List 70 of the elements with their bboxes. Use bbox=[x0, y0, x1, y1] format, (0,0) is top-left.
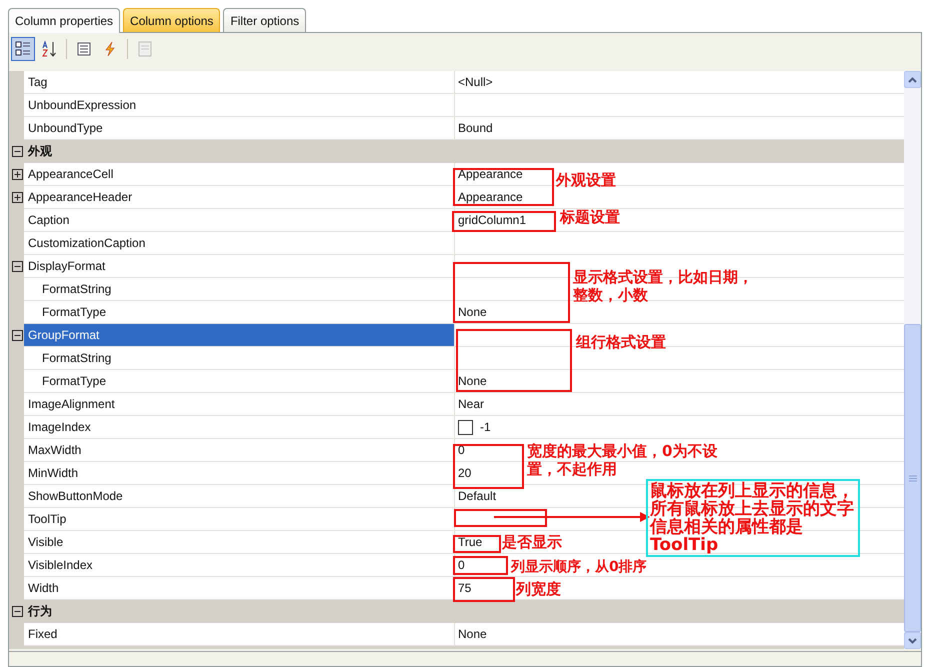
expand-icon[interactable] bbox=[12, 169, 23, 180]
property-name[interactable]: MaxWidth bbox=[28, 443, 82, 457]
annotation-note: 组行格式设置 bbox=[576, 333, 667, 351]
scroll-up-icon[interactable] bbox=[904, 71, 921, 88]
property-value[interactable]: 0 bbox=[458, 443, 465, 457]
tab[interactable]: Column options bbox=[123, 8, 220, 32]
tab[interactable]: Column properties bbox=[8, 8, 120, 33]
annotation-note: 外观设置 bbox=[556, 171, 617, 189]
image-swatch bbox=[458, 420, 473, 434]
annotation-note: 显示格式设置，比如日期，整数，小数 bbox=[573, 268, 754, 304]
property-value[interactable]: -1 bbox=[480, 420, 491, 434]
tab[interactable]: Filter options bbox=[223, 8, 306, 32]
property-name[interactable]: ShowButtonMode bbox=[28, 489, 123, 503]
property-name[interactable]: FormatString bbox=[42, 282, 112, 296]
property-value[interactable]: 20 bbox=[458, 466, 472, 480]
scroll-down-icon[interactable] bbox=[904, 632, 921, 649]
callout-note: 鼠标放在列上显示的信息，所有鼠标放上去显示的文字信息相关的属性都是ToolTip bbox=[646, 479, 860, 557]
annotation-note: 标题设置 bbox=[560, 208, 621, 226]
highlight-box bbox=[453, 556, 508, 575]
property-value[interactable]: Appearance bbox=[458, 190, 523, 204]
property-name[interactable]: UnboundExpression bbox=[28, 98, 136, 112]
property-name[interactable]: Fixed bbox=[28, 627, 58, 641]
property-value[interactable]: Default bbox=[458, 489, 496, 503]
collapse-icon[interactable] bbox=[12, 261, 23, 272]
property-value[interactable]: 0 bbox=[458, 558, 465, 572]
property-name[interactable]: FormatType bbox=[42, 374, 106, 388]
property-value[interactable]: Near bbox=[458, 397, 484, 411]
property-value[interactable]: gridColumn1 bbox=[458, 213, 526, 227]
property-name[interactable]: Visible bbox=[28, 535, 64, 549]
property-value[interactable]: None bbox=[458, 627, 487, 641]
collapse-icon[interactable] bbox=[12, 606, 23, 617]
property-name[interactable]: ToolTip bbox=[28, 512, 66, 526]
property-name[interactable]: Tag bbox=[28, 75, 48, 89]
property-name[interactable]: UnboundType bbox=[28, 121, 103, 135]
value-cell[interactable] bbox=[455, 232, 904, 255]
property-name[interactable]: FormatType bbox=[42, 305, 106, 319]
category-label[interactable]: 行为 bbox=[28, 602, 52, 620]
property-name[interactable]: DisplayFormat bbox=[28, 259, 106, 273]
property-value[interactable]: Appearance bbox=[458, 167, 523, 181]
property-name[interactable]: AppearanceCell bbox=[28, 167, 114, 181]
property-value[interactable]: None bbox=[458, 374, 487, 388]
property-name[interactable]: GroupFormat bbox=[28, 328, 100, 342]
property-name[interactable]: Caption bbox=[28, 213, 70, 227]
collapse-icon[interactable] bbox=[12, 330, 23, 341]
category-label[interactable]: 外观 bbox=[28, 142, 52, 160]
annotation-note: 列宽度 bbox=[516, 580, 562, 598]
property-name[interactable]: AppearanceHeader bbox=[28, 190, 132, 204]
annotation-note: 列显示顺序，从0排序 bbox=[511, 558, 647, 576]
annotation-note: 宽度的最大最小值，0为不设置，不起作用 bbox=[527, 442, 718, 478]
property-value[interactable]: Bound bbox=[458, 121, 493, 135]
scroll-thumb[interactable] bbox=[904, 324, 921, 632]
property-name[interactable]: ImageAlignment bbox=[28, 397, 115, 411]
value-cell[interactable] bbox=[455, 94, 904, 117]
property-name[interactable]: MinWidth bbox=[28, 466, 78, 480]
collapse-icon[interactable] bbox=[12, 146, 23, 157]
highlight-box bbox=[453, 535, 501, 553]
highlight-box bbox=[453, 444, 524, 489]
property-name[interactable]: CustomizationCaption bbox=[28, 236, 146, 250]
property-name[interactable]: ImageIndex bbox=[28, 420, 91, 434]
property-value[interactable]: None bbox=[458, 305, 487, 319]
property-name[interactable]: Width bbox=[28, 581, 59, 595]
property-value[interactable]: True bbox=[458, 535, 482, 549]
highlight-box bbox=[453, 577, 515, 602]
property-name[interactable]: FormatString bbox=[42, 351, 112, 365]
property-value[interactable]: 75 bbox=[458, 581, 472, 595]
property-value[interactable]: <Null> bbox=[458, 75, 493, 89]
expand-icon[interactable] bbox=[12, 192, 23, 203]
property-name[interactable]: VisibleIndex bbox=[28, 558, 92, 572]
categorized-icon[interactable] bbox=[11, 37, 35, 61]
annotation-note: 是否显示 bbox=[502, 533, 563, 551]
